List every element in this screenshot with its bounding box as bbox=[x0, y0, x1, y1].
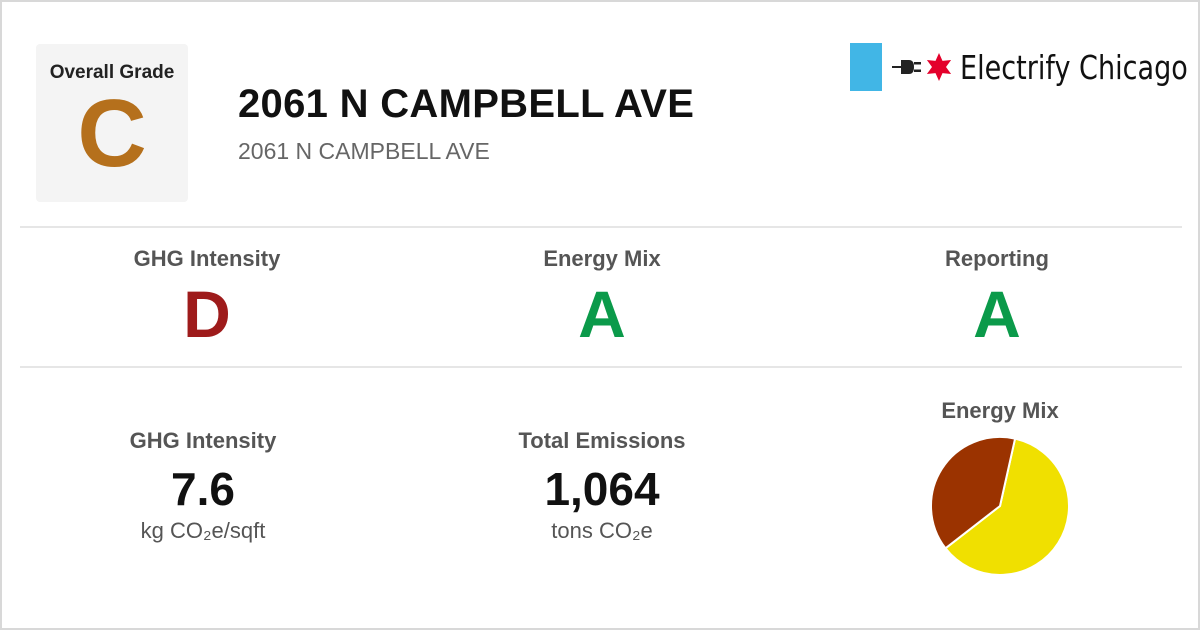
electrify-chicago-logo[interactable]: Electrify Chicago bbox=[850, 42, 1200, 92]
ghg-intensity-grade: GHG Intensity D bbox=[57, 246, 357, 354]
overall-grade-letter: C bbox=[77, 80, 147, 187]
grade-letter: A bbox=[973, 277, 1021, 351]
grade-letter: A bbox=[578, 277, 626, 351]
logo-text: Electrify Chicago bbox=[960, 47, 1188, 87]
grade-label: Reporting bbox=[945, 246, 1049, 271]
stat-value: 1,064 bbox=[544, 463, 660, 515]
divider-top bbox=[20, 226, 1182, 228]
divider-middle bbox=[20, 366, 1182, 368]
stat-unit: tons CO₂e bbox=[551, 518, 653, 543]
page-title: 2061 N CAMPBELL AVE bbox=[238, 82, 695, 126]
chart-label: Energy Mix bbox=[941, 398, 1059, 423]
stat-unit: kg CO₂e/sqft bbox=[140, 518, 266, 543]
page-subtitle: 2061 N CAMPBELL AVE bbox=[238, 138, 490, 164]
plug-icon bbox=[892, 60, 921, 74]
logo-blue-square bbox=[850, 43, 882, 91]
stat-label: Total Emissions bbox=[518, 428, 686, 453]
overall-grade-box: Overall Grade C bbox=[36, 44, 188, 202]
ghg-intensity-stat: GHG Intensity 7.6 kg CO₂e/sqft bbox=[53, 428, 353, 544]
energy-mix-chart: Energy Mix bbox=[850, 398, 1150, 578]
red-star-icon bbox=[926, 53, 952, 81]
grade-label: Energy Mix bbox=[543, 246, 661, 271]
total-emissions-stat: Total Emissions 1,064 tons CO₂e bbox=[452, 428, 752, 544]
energy-mix-grade: Energy Mix A bbox=[452, 246, 752, 354]
stat-value: 7.6 bbox=[171, 463, 235, 515]
grade-label: GHG Intensity bbox=[133, 246, 281, 271]
energy-mix-pie bbox=[930, 436, 1070, 576]
card-frame: Overall Grade C 2061 N CAMPBELL AVE 2061… bbox=[0, 0, 1200, 630]
grade-letter: D bbox=[183, 277, 231, 351]
reporting-grade: Reporting A bbox=[847, 246, 1147, 354]
stat-label: GHG Intensity bbox=[129, 428, 277, 453]
